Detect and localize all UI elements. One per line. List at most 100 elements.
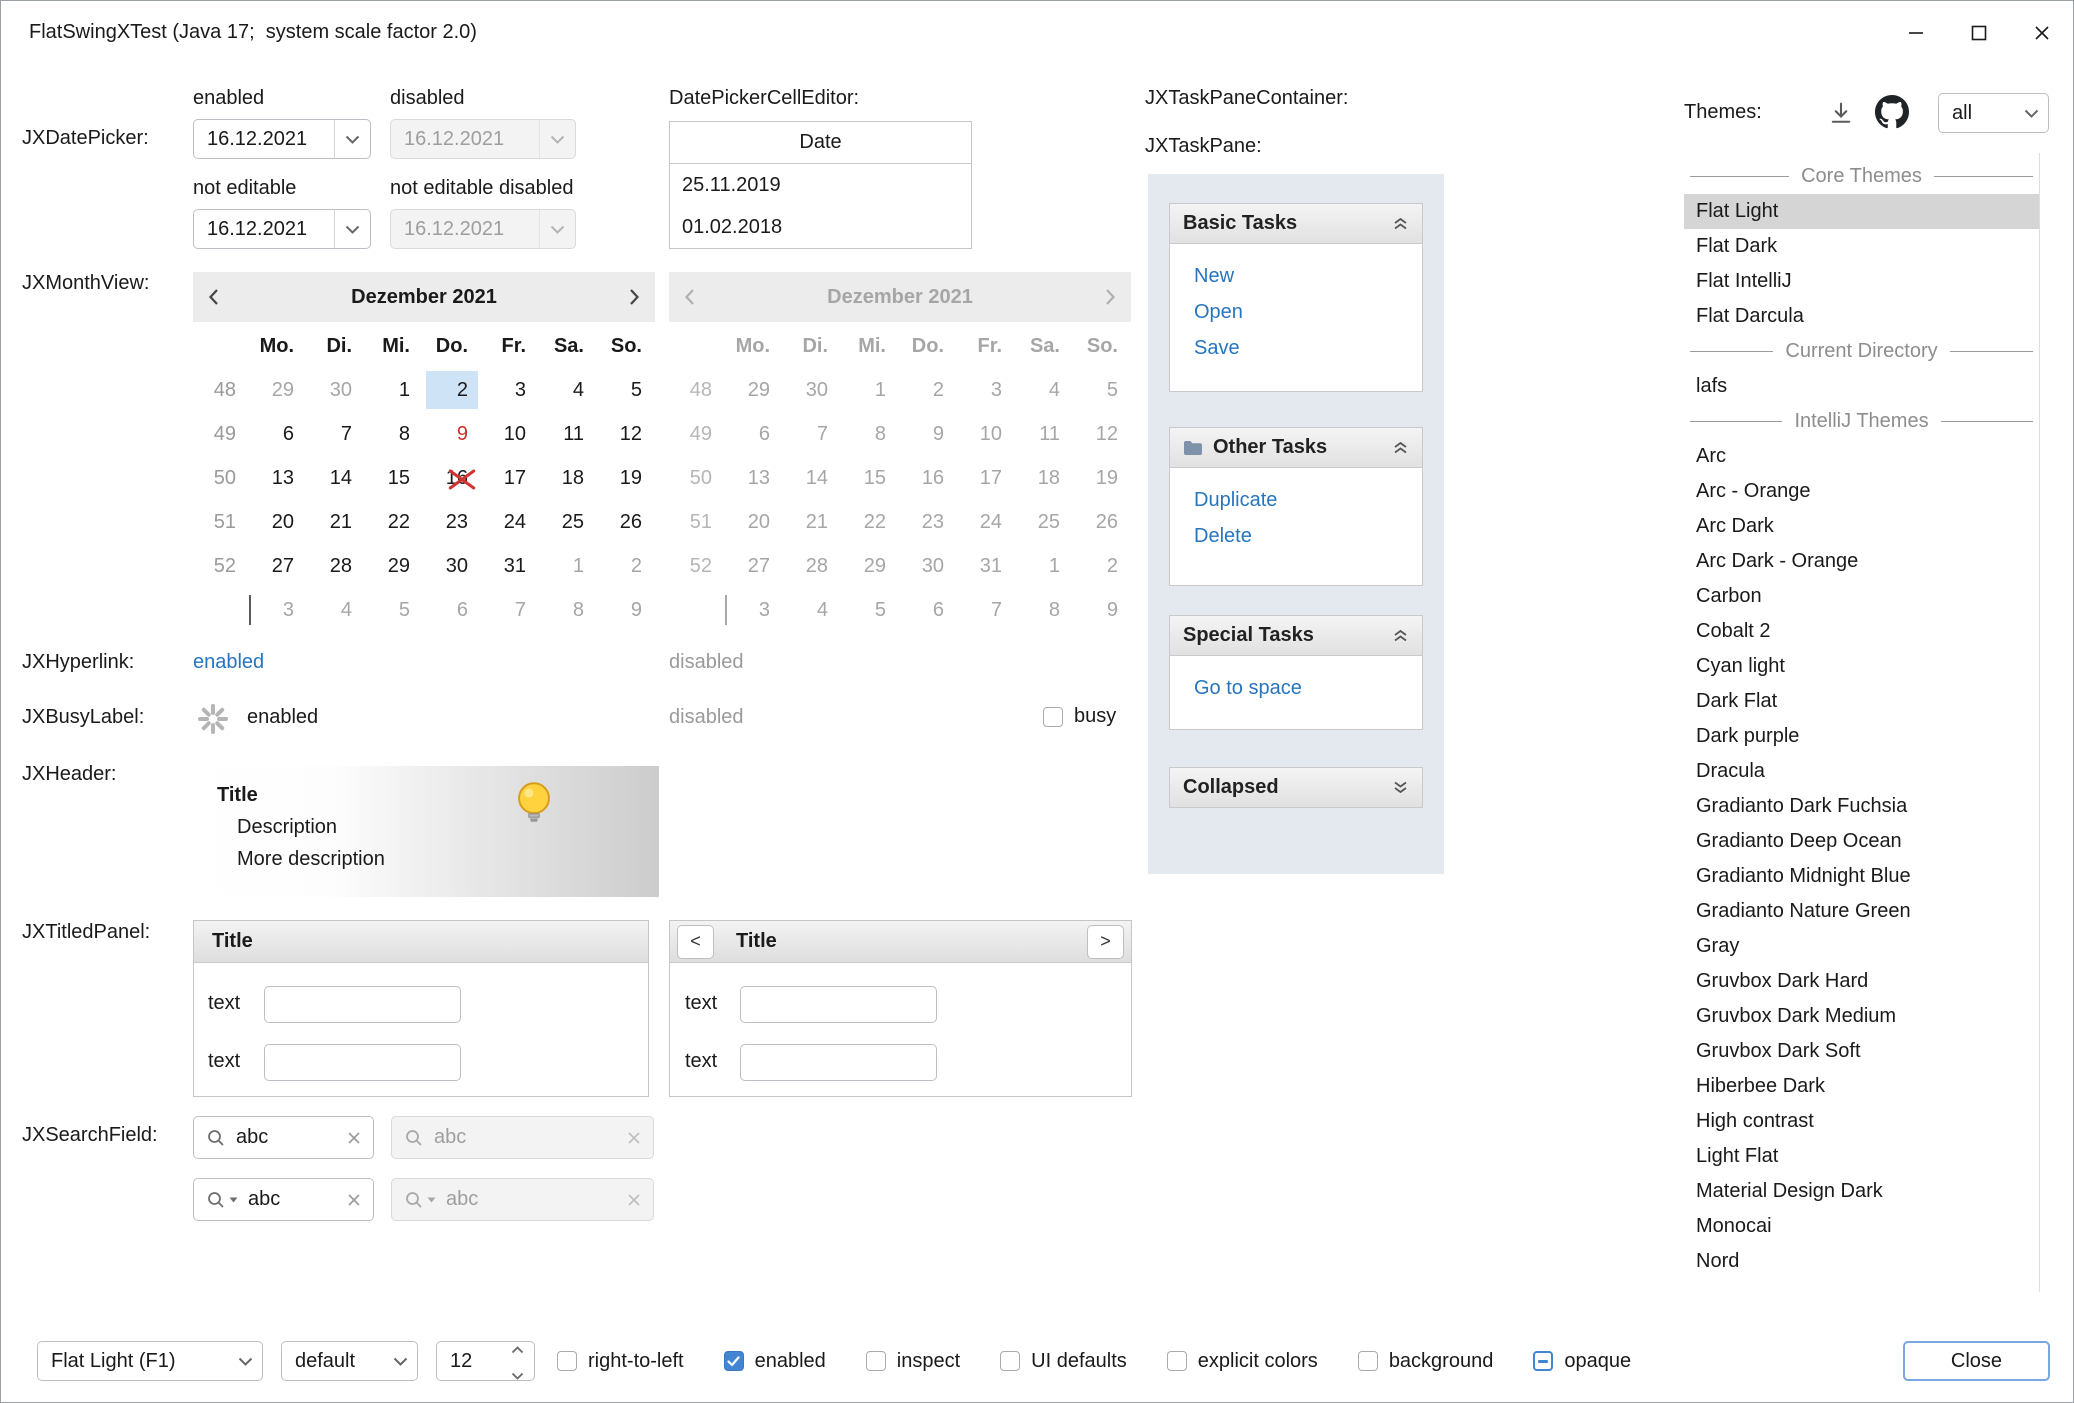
search-input[interactable]: abc: [248, 1188, 337, 1211]
previous-month-icon[interactable]: [208, 288, 219, 306]
theme-list-item-gruvbox-dark-hard[interactable]: Gruvbox Dark Hard: [1684, 964, 2039, 999]
day-cell[interactable]: 9: [423, 412, 481, 456]
search-input[interactable]: abc: [236, 1126, 337, 1149]
taskpane-header-collapsed[interactable]: Collapsed: [1169, 767, 1423, 808]
day-cell[interactable]: 8: [365, 412, 423, 456]
checkbox-box[interactable]: [724, 1351, 744, 1371]
day-cell[interactable]: 26: [597, 500, 655, 544]
day-cell[interactable]: 5: [597, 368, 655, 412]
theme-list-item-gray[interactable]: Gray: [1684, 929, 2039, 964]
taskpane-link-new[interactable]: New: [1194, 258, 1422, 294]
theme-list-item-material-design-dark[interactable]: Material Design Dark: [1684, 1174, 2039, 1209]
close-button[interactable]: Close: [1903, 1341, 2050, 1381]
theme-list-item-gradianto-nature-green[interactable]: Gradianto Nature Green: [1684, 894, 2039, 929]
theme-list-item-dark-purple[interactable]: Dark purple: [1684, 719, 2039, 754]
day-cell[interactable]: 27: [249, 544, 307, 588]
taskpane-header-basic-tasks[interactable]: Basic Tasks: [1169, 203, 1423, 244]
theme-list-item-flat-dark[interactable]: Flat Dark: [1684, 229, 2039, 264]
text-field[interactable]: [264, 1044, 461, 1081]
datepicker-enabled[interactable]: 16.12.2021: [193, 119, 371, 159]
search-icon[interactable]: [206, 1128, 226, 1148]
day-cell[interactable]: 3: [249, 588, 307, 632]
checkbox-box[interactable]: [557, 1351, 577, 1371]
checkbox-ui-defaults[interactable]: UI defaults: [1000, 1350, 1127, 1373]
table-column-header[interactable]: Date: [670, 122, 971, 164]
day-cell[interactable]: 18: [539, 456, 597, 500]
day-cell[interactable]: 1: [539, 544, 597, 588]
day-cell[interactable]: 30: [423, 544, 481, 588]
text-field[interactable]: [740, 986, 937, 1023]
hyperlink-enabled[interactable]: enabled: [193, 651, 264, 674]
day-cell[interactable]: 11: [539, 412, 597, 456]
busy-checkbox-group[interactable]: busy: [1043, 705, 1116, 728]
theme-list-item-gradianto-deep-ocean[interactable]: Gradianto Deep Ocean: [1684, 824, 2039, 859]
theme-list-item-hiberbee-dark[interactable]: Hiberbee Dark: [1684, 1069, 2039, 1104]
search-field[interactable]: abc: [193, 1178, 374, 1221]
theme-list-item-carbon[interactable]: Carbon: [1684, 579, 2039, 614]
checkbox-box[interactable]: [1000, 1351, 1020, 1371]
laf-combobox[interactable]: Flat Light (F1): [37, 1341, 263, 1381]
theme-list-item-arc-orange[interactable]: Arc - Orange: [1684, 474, 2039, 509]
style-combobox[interactable]: default: [281, 1341, 418, 1381]
next-month-icon[interactable]: [629, 288, 640, 306]
checkbox-opaque[interactable]: opaque: [1533, 1350, 1631, 1373]
checkbox-right-to-left[interactable]: right-to-left: [557, 1350, 684, 1373]
minimize-button[interactable]: [1884, 1, 1947, 64]
theme-list-item-gradianto-dark-fuchsia[interactable]: Gradianto Dark Fuchsia: [1684, 789, 2039, 824]
theme-list-item-arc[interactable]: Arc: [1684, 439, 2039, 474]
day-cell[interactable]: 13: [249, 456, 307, 500]
theme-list-item-gruvbox-dark-medium[interactable]: Gruvbox Dark Medium: [1684, 999, 2039, 1034]
taskpane-header-special-tasks[interactable]: Special Tasks: [1169, 615, 1423, 656]
table-row[interactable]: 25.11.2019: [670, 164, 971, 206]
next-button[interactable]: >: [1087, 925, 1124, 959]
font-size-spinner[interactable]: 12: [436, 1341, 535, 1381]
clear-icon[interactable]: [347, 1131, 361, 1145]
day-cell[interactable]: 21: [307, 500, 365, 544]
day-cell[interactable]: 30: [307, 368, 365, 412]
maximize-button[interactable]: [1947, 1, 2010, 64]
taskpane-link-go-to-space[interactable]: Go to space: [1194, 670, 1422, 706]
taskpane-link-save[interactable]: Save: [1194, 330, 1422, 366]
theme-list-item-dark-flat[interactable]: Dark Flat: [1684, 684, 2039, 719]
day-cell[interactable]: 31: [481, 544, 539, 588]
checkbox-box[interactable]: [1533, 1351, 1553, 1371]
day-cell[interactable]: 4: [539, 368, 597, 412]
day-cell[interactable]: 2: [423, 368, 481, 412]
day-cell[interactable]: 7: [307, 412, 365, 456]
day-cell[interactable]: 20: [249, 500, 307, 544]
monthview-enabled[interactable]: Dezember 2021 Mo.Di.Mi.Do.Fr.Sa.So.48293…: [193, 272, 655, 632]
checkbox-enabled[interactable]: enabled: [724, 1350, 826, 1373]
theme-list-item-nord[interactable]: Nord: [1684, 1244, 2039, 1279]
theme-list-item-dracula[interactable]: Dracula: [1684, 754, 2039, 789]
day-cell[interactable]: 29: [365, 544, 423, 588]
checkbox-box[interactable]: [866, 1351, 886, 1371]
datepicker-not-editable[interactable]: 16.12.2021: [193, 209, 371, 249]
theme-list-item-flat-light[interactable]: Flat Light: [1684, 194, 2039, 229]
day-cell[interactable]: 29: [249, 368, 307, 412]
day-cell[interactable]: 1: [365, 368, 423, 412]
taskpane-link-delete[interactable]: Delete: [1194, 518, 1422, 554]
day-cell[interactable]: 5: [365, 588, 423, 632]
theme-list-item-flat-darcula[interactable]: Flat Darcula: [1684, 299, 2039, 334]
theme-list-item-cyan-light[interactable]: Cyan light: [1684, 649, 2039, 684]
day-cell[interactable]: 17: [481, 456, 539, 500]
theme-list-item-gruvbox-dark-soft[interactable]: Gruvbox Dark Soft: [1684, 1034, 2039, 1069]
search-field[interactable]: abc: [193, 1116, 374, 1159]
download-icon[interactable]: [1827, 99, 1855, 127]
theme-list-item-arc-dark-orange[interactable]: Arc Dark - Orange: [1684, 544, 2039, 579]
theme-list-item-cobalt-2[interactable]: Cobalt 2: [1684, 614, 2039, 649]
chevron-down-icon[interactable]: [334, 120, 370, 158]
spinner-up-icon[interactable]: [511, 1337, 524, 1360]
day-cell[interactable]: 8: [539, 588, 597, 632]
theme-list-item-gradianto-midnight-blue[interactable]: Gradianto Midnight Blue: [1684, 859, 2039, 894]
day-cell[interactable]: 19: [597, 456, 655, 500]
day-cell[interactable]: 25: [539, 500, 597, 544]
day-cell[interactable]: 14: [307, 456, 365, 500]
close-window-button[interactable]: [2010, 1, 2073, 64]
theme-list-item-flat-intellij[interactable]: Flat IntelliJ: [1684, 264, 2039, 299]
busy-checkbox[interactable]: [1043, 707, 1063, 727]
day-cell[interactable]: 2: [597, 544, 655, 588]
checkbox-explicit-colors[interactable]: explicit colors: [1167, 1350, 1318, 1373]
checkbox-inspect[interactable]: inspect: [866, 1350, 960, 1373]
theme-list-item-monocai[interactable]: Monocai: [1684, 1209, 2039, 1244]
